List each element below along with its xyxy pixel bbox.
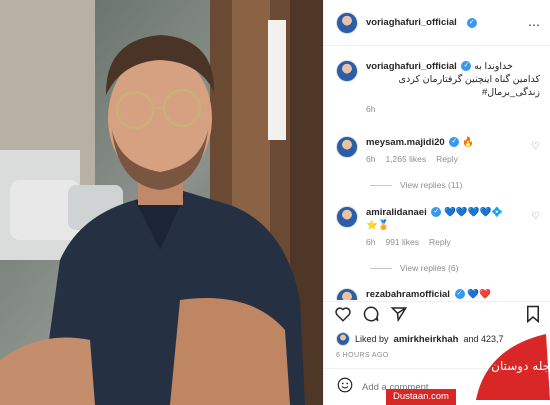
caption-username[interactable]: voriaghafuri_official	[366, 61, 457, 72]
reply-button[interactable]: Reply	[436, 153, 458, 166]
view-replies[interactable]: View replies (6)	[370, 263, 458, 273]
caption-line: کدامین گناه اینچنین گرفتارمان کردی	[398, 74, 540, 85]
watermark-logo-text: مجله دوستان	[491, 359, 550, 374]
comment-likes[interactable]: 1,265 likes	[385, 153, 426, 166]
comment-item: rezabahramofficial ✓ 💙❤️	[336, 288, 540, 300]
watermark-logo: مجله دوستان	[466, 328, 550, 400]
view-replies[interactable]: View replies (11)	[370, 180, 463, 190]
verified-badge-icon: ✓	[454, 289, 465, 300]
author-username[interactable]: voriaghafuri_official	[366, 17, 457, 28]
comment-username[interactable]: meysam.majidi20	[366, 137, 445, 148]
liked-by-user[interactable]: amirkheirkhah	[394, 334, 459, 345]
comment-like-heart-icon[interactable]: ♡	[531, 141, 540, 152]
commenter-avatar[interactable]	[336, 288, 358, 300]
comment-username[interactable]: amiralidanaei	[366, 207, 427, 218]
commenter-avatar[interactable]	[336, 136, 358, 158]
comment-item: meysam.majidi20 ✓ 🔥 6h 1,265 likes Reply	[336, 136, 540, 166]
caption-line: خداوندا به	[474, 61, 513, 72]
more-icon[interactable]: ⋯	[528, 18, 540, 32]
watermark-text: Dustaan.com	[386, 389, 456, 405]
verified-badge-icon: ✓	[449, 137, 460, 148]
post-header: voriaghafuri_official ✓	[324, 0, 550, 46]
commenter-avatar[interactable]	[336, 206, 358, 228]
view-replies-label[interactable]: View replies (11)	[400, 180, 463, 190]
comment-text: 💙❤️	[467, 289, 491, 300]
author-avatar-caption[interactable]	[336, 60, 358, 82]
save-icon[interactable]	[525, 305, 541, 328]
comment-text: 🔥	[461, 137, 474, 148]
post-photo	[0, 0, 323, 405]
author-avatar[interactable]	[336, 11, 358, 34]
share-icon[interactable]	[390, 305, 408, 328]
liker-avatar[interactable]	[336, 332, 350, 346]
heart-icon[interactable]	[334, 305, 352, 328]
comment-username[interactable]: rezabahramofficial	[366, 289, 450, 300]
post-timestamp: 6 HOURS AGO	[336, 352, 389, 359]
comment-item: amiralidanaei ✓ 💙💙💙💙💠 ⭐🏅 6h 991 likes Re…	[336, 206, 540, 249]
replies-divider	[370, 184, 392, 186]
caption: voriaghafuri_official ✓ خداوندا به کدامی…	[336, 60, 540, 116]
comment-time: 6h	[366, 237, 376, 247]
comment-text: 💙💙💙💙💠	[444, 207, 504, 218]
verified-badge-icon: ✓	[461, 61, 472, 72]
portrait-image	[0, 0, 323, 405]
replies-divider	[370, 267, 392, 269]
comment-likes[interactable]: 991 likes	[385, 236, 419, 249]
comment-like-heart-icon[interactable]: ♡	[531, 211, 540, 222]
emoji-icon[interactable]	[336, 376, 354, 399]
verified-badge-icon: ✓	[466, 17, 477, 28]
caption-line: زندگی_برمال#	[482, 87, 540, 98]
comment-time: 6h	[366, 154, 376, 164]
liked-by-prefix: Liked by	[355, 334, 389, 344]
verified-badge-icon: ✓	[431, 207, 442, 218]
view-replies-label[interactable]: View replies (6)	[400, 263, 458, 273]
action-bar	[324, 301, 550, 331]
caption-time: 6h	[366, 104, 376, 114]
comment-icon[interactable]	[362, 305, 380, 328]
reply-button[interactable]: Reply	[429, 236, 451, 249]
comment-text: ⭐🏅	[366, 220, 390, 231]
